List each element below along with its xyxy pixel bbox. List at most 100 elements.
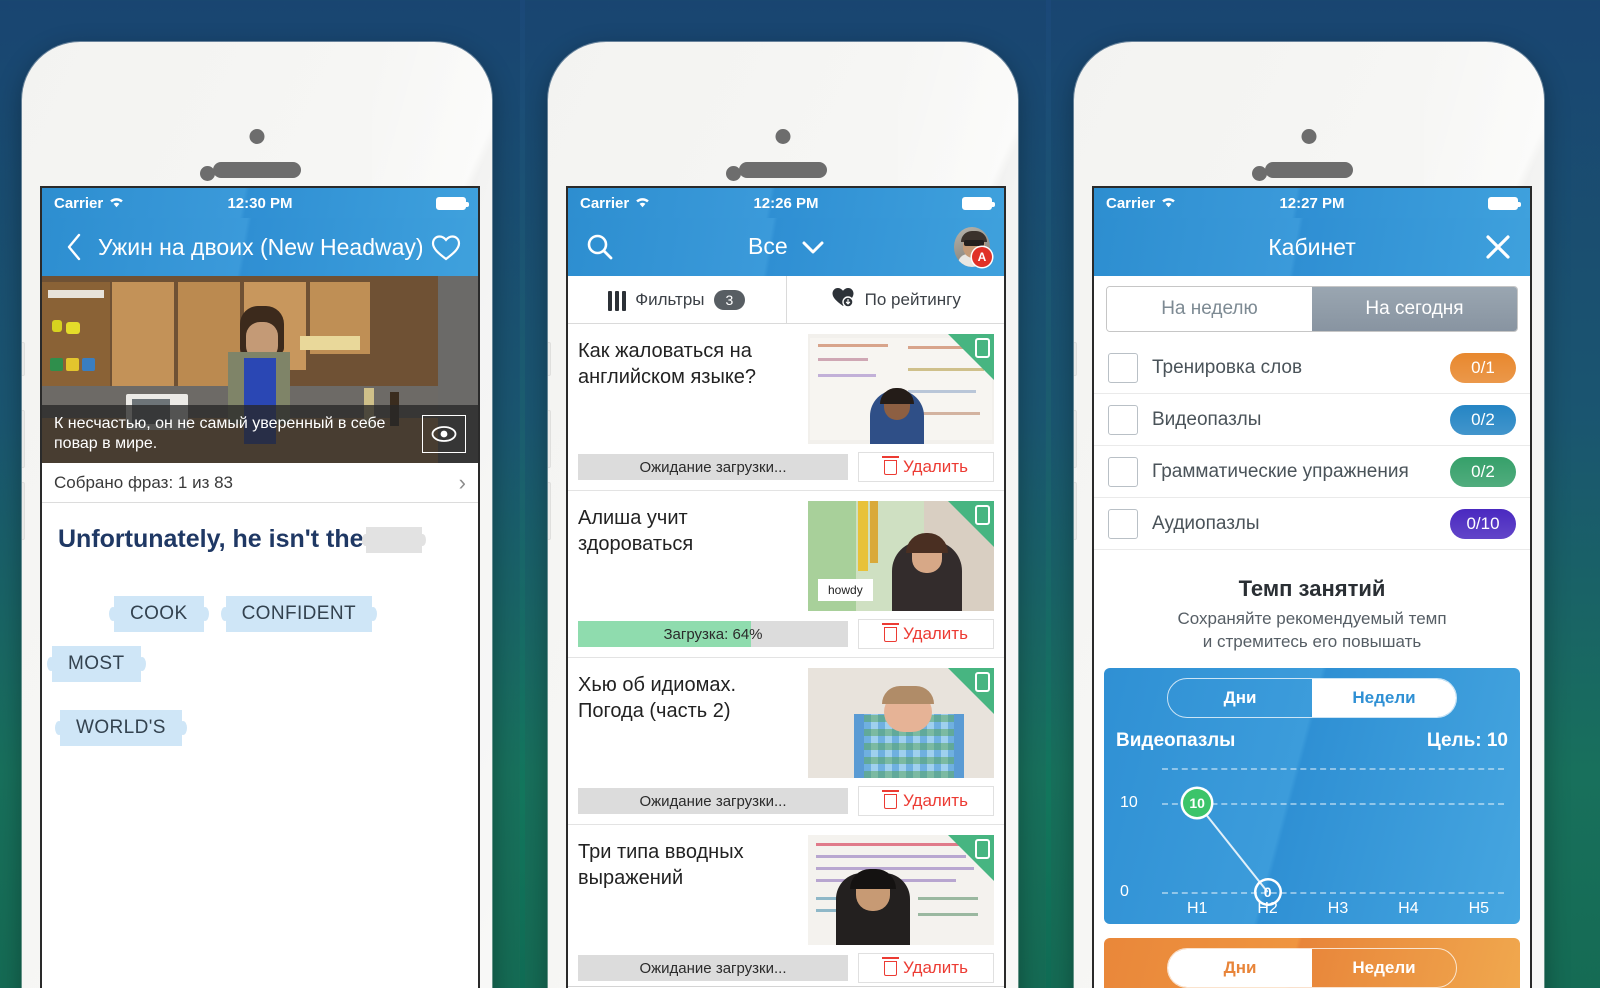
- phone-mockup-3: Carrier 12:27 PM Кабинет На неделю На се…: [1074, 42, 1544, 988]
- chart-toggle-weeks[interactable]: Недели: [1312, 678, 1456, 717]
- sort-button[interactable]: По рейтингу: [785, 276, 1005, 323]
- video-thumbnail[interactable]: howdy: [808, 501, 994, 611]
- chart-data-point[interactable]: 0: [1254, 878, 1282, 906]
- chart-period-toggle-2[interactable]: Дни Недели: [1167, 947, 1457, 988]
- page-title: Ужин на двоих (New Headway): [98, 233, 422, 260]
- download-progress-bar: Ожидание загрузки...: [578, 955, 848, 981]
- phone1-screen: Carrier 12:30 PM Ужин на двоих (New Head…: [42, 188, 478, 988]
- mute-switch[interactable]: [1074, 342, 1077, 376]
- chart-data-point[interactable]: 10: [1183, 789, 1212, 818]
- delete-button[interactable]: Удалить: [858, 953, 994, 983]
- back-chevron-icon[interactable]: [56, 229, 92, 265]
- heart-icon[interactable]: [428, 229, 464, 265]
- video-title: Алиша учит здороваться: [578, 507, 694, 555]
- task-label: Аудиопазлы: [1152, 512, 1260, 534]
- eye-icon[interactable]: [422, 415, 466, 453]
- front-camera-icon: [1301, 129, 1317, 144]
- chart2-toggle-weeks[interactable]: Недели: [1312, 949, 1456, 987]
- phone-bezel-top: [548, 42, 1018, 188]
- phone-mockup-2: Carrier 12:26 PM Все A Фильтры 3 По рейт…: [548, 42, 1018, 988]
- thumb-caption: howdy: [818, 579, 873, 601]
- filter-toolbar: Фильтры 3 По рейтингу: [568, 276, 1004, 324]
- task-row[interactable]: Видеопазлы 0/2: [1094, 394, 1530, 446]
- task-count-badge: 0/2: [1450, 404, 1516, 435]
- category-filter-title[interactable]: Все: [624, 233, 948, 261]
- video-list-item[interactable]: Хью об идиомах. Погода (часть 2) Ожидани…: [568, 658, 1004, 825]
- video-subtitle-bar: К несчастью, он не самый уверенный в себ…: [42, 405, 478, 463]
- volume-up-button[interactable]: [548, 410, 551, 468]
- task-count-badge: 0/1: [1450, 352, 1516, 383]
- mute-switch[interactable]: [548, 342, 551, 376]
- pace-chart-card: Дни Недели Видеопазлы Цель: 10 10 0 Н1 Н2 Н3…: [1104, 667, 1520, 924]
- delete-button[interactable]: Удалить: [858, 786, 994, 816]
- delete-button[interactable]: Удалить: [858, 619, 994, 649]
- battery-icon: [962, 196, 995, 210]
- word-tile[interactable]: MOST: [52, 646, 141, 682]
- nav-bar: Кабинет: [1094, 218, 1530, 276]
- video-list-item[interactable]: Алиша учит здороваться howdy Загрузка: 6…: [568, 491, 1004, 658]
- battery-icon: [1488, 196, 1521, 210]
- word-tile[interactable]: WORLD'S: [60, 710, 182, 746]
- download-status-label: Ожидание загрузки...: [639, 792, 787, 810]
- task-count-badge: 0/10: [1450, 508, 1516, 539]
- search-icon[interactable]: [582, 229, 618, 265]
- status-bar: Carrier 12:27 PM: [1094, 188, 1530, 218]
- phone2-screen: Carrier 12:26 PM Все A Фильтры 3 По рейт…: [568, 188, 1004, 988]
- chart-toggle-days[interactable]: Дни: [1168, 679, 1312, 717]
- video-list-item[interactable]: Три типа вводных выражений Ожидание загр…: [568, 825, 1004, 988]
- video-title: Хью об идиомах. Погода (часть 2): [578, 674, 737, 722]
- download-progress-bar: Загрузка: 64%: [578, 621, 848, 647]
- chart-line-path: [1196, 802, 1269, 893]
- volume-down-button[interactable]: [1074, 482, 1077, 540]
- chart2-toggle-days[interactable]: Дни: [1168, 948, 1312, 987]
- video-thumbnail[interactable]: [808, 668, 994, 778]
- task-row[interactable]: Аудиопазлы 0/10: [1094, 498, 1530, 550]
- mute-switch[interactable]: [22, 342, 25, 376]
- volume-down-button[interactable]: [548, 482, 551, 540]
- task-checkbox[interactable]: [1108, 456, 1138, 487]
- period-segmented-control[interactable]: На неделю На сегодня: [1106, 286, 1518, 332]
- task-label: Видеопазлы: [1152, 408, 1262, 430]
- status-bar: Carrier 12:30 PM: [42, 188, 478, 218]
- volume-down-button[interactable]: [22, 482, 25, 540]
- segment-today[interactable]: На сегодня: [1312, 287, 1517, 331]
- pace-heading: Темп занятий: [1238, 576, 1386, 601]
- word-tiles: COOK CONFIDENT MOST WORLD'S: [42, 562, 478, 746]
- chart-period-toggle[interactable]: Дни Недели: [1167, 677, 1457, 718]
- front-camera-icon: [249, 129, 265, 144]
- sentence-blank-slot[interactable]: [365, 527, 422, 554]
- front-camera-icon: [775, 129, 791, 144]
- close-x-icon[interactable]: [1480, 229, 1516, 265]
- volume-up-button[interactable]: [1074, 410, 1077, 468]
- segment-week[interactable]: На неделю: [1107, 287, 1312, 331]
- download-progress-bar: Ожидание загрузки...: [578, 454, 848, 480]
- filters-button[interactable]: Фильтры 3: [568, 276, 786, 323]
- delete-button[interactable]: Удалить: [858, 452, 994, 482]
- word-tile[interactable]: COOK: [114, 596, 204, 632]
- status-time: 12:26 PM: [753, 194, 819, 212]
- word-tile[interactable]: CONFIDENT: [225, 596, 372, 632]
- video-thumbnail[interactable]: К несчастью, он не самый уверенный в себ…: [42, 276, 478, 463]
- pace-subtitle: Сохраняйте рекомендуемый темп и стремите…: [1094, 608, 1530, 654]
- collected-phrases-row[interactable]: Собрано фраз: 1 из 83 ›: [42, 463, 478, 503]
- task-checkbox[interactable]: [1108, 508, 1138, 539]
- video-list-item[interactable]: Как жаловаться на английском языке? Ожид…: [568, 324, 1004, 491]
- nav-bar: Ужин на двоих (New Headway): [42, 218, 478, 276]
- avatar[interactable]: A: [954, 227, 992, 267]
- delete-label: Удалить: [903, 791, 968, 810]
- download-status-label: Ожидание загрузки...: [639, 458, 787, 476]
- task-row[interactable]: Тренировка слов 0/1: [1094, 342, 1530, 394]
- task-checkbox[interactable]: [1108, 404, 1138, 435]
- tablet-icon: [975, 338, 990, 358]
- chart-header-row: Видеопазлы Цель: 10: [1116, 730, 1508, 752]
- tablet-icon: [975, 505, 990, 525]
- task-row[interactable]: Грамматические упражнения 0/2: [1094, 446, 1530, 498]
- volume-up-button[interactable]: [22, 410, 25, 468]
- heart-rating-icon: [830, 286, 856, 313]
- sentence-prefix: Unfortunately, he isn't the: [58, 525, 364, 553]
- download-progress-bar: Ожидание загрузки...: [578, 788, 848, 814]
- task-checkbox[interactable]: [1108, 352, 1138, 383]
- phone-mockup-1: Carrier 12:30 PM Ужин на двоих (New Head…: [22, 42, 492, 988]
- video-thumbnail[interactable]: [808, 835, 994, 945]
- video-thumbnail[interactable]: [808, 334, 994, 444]
